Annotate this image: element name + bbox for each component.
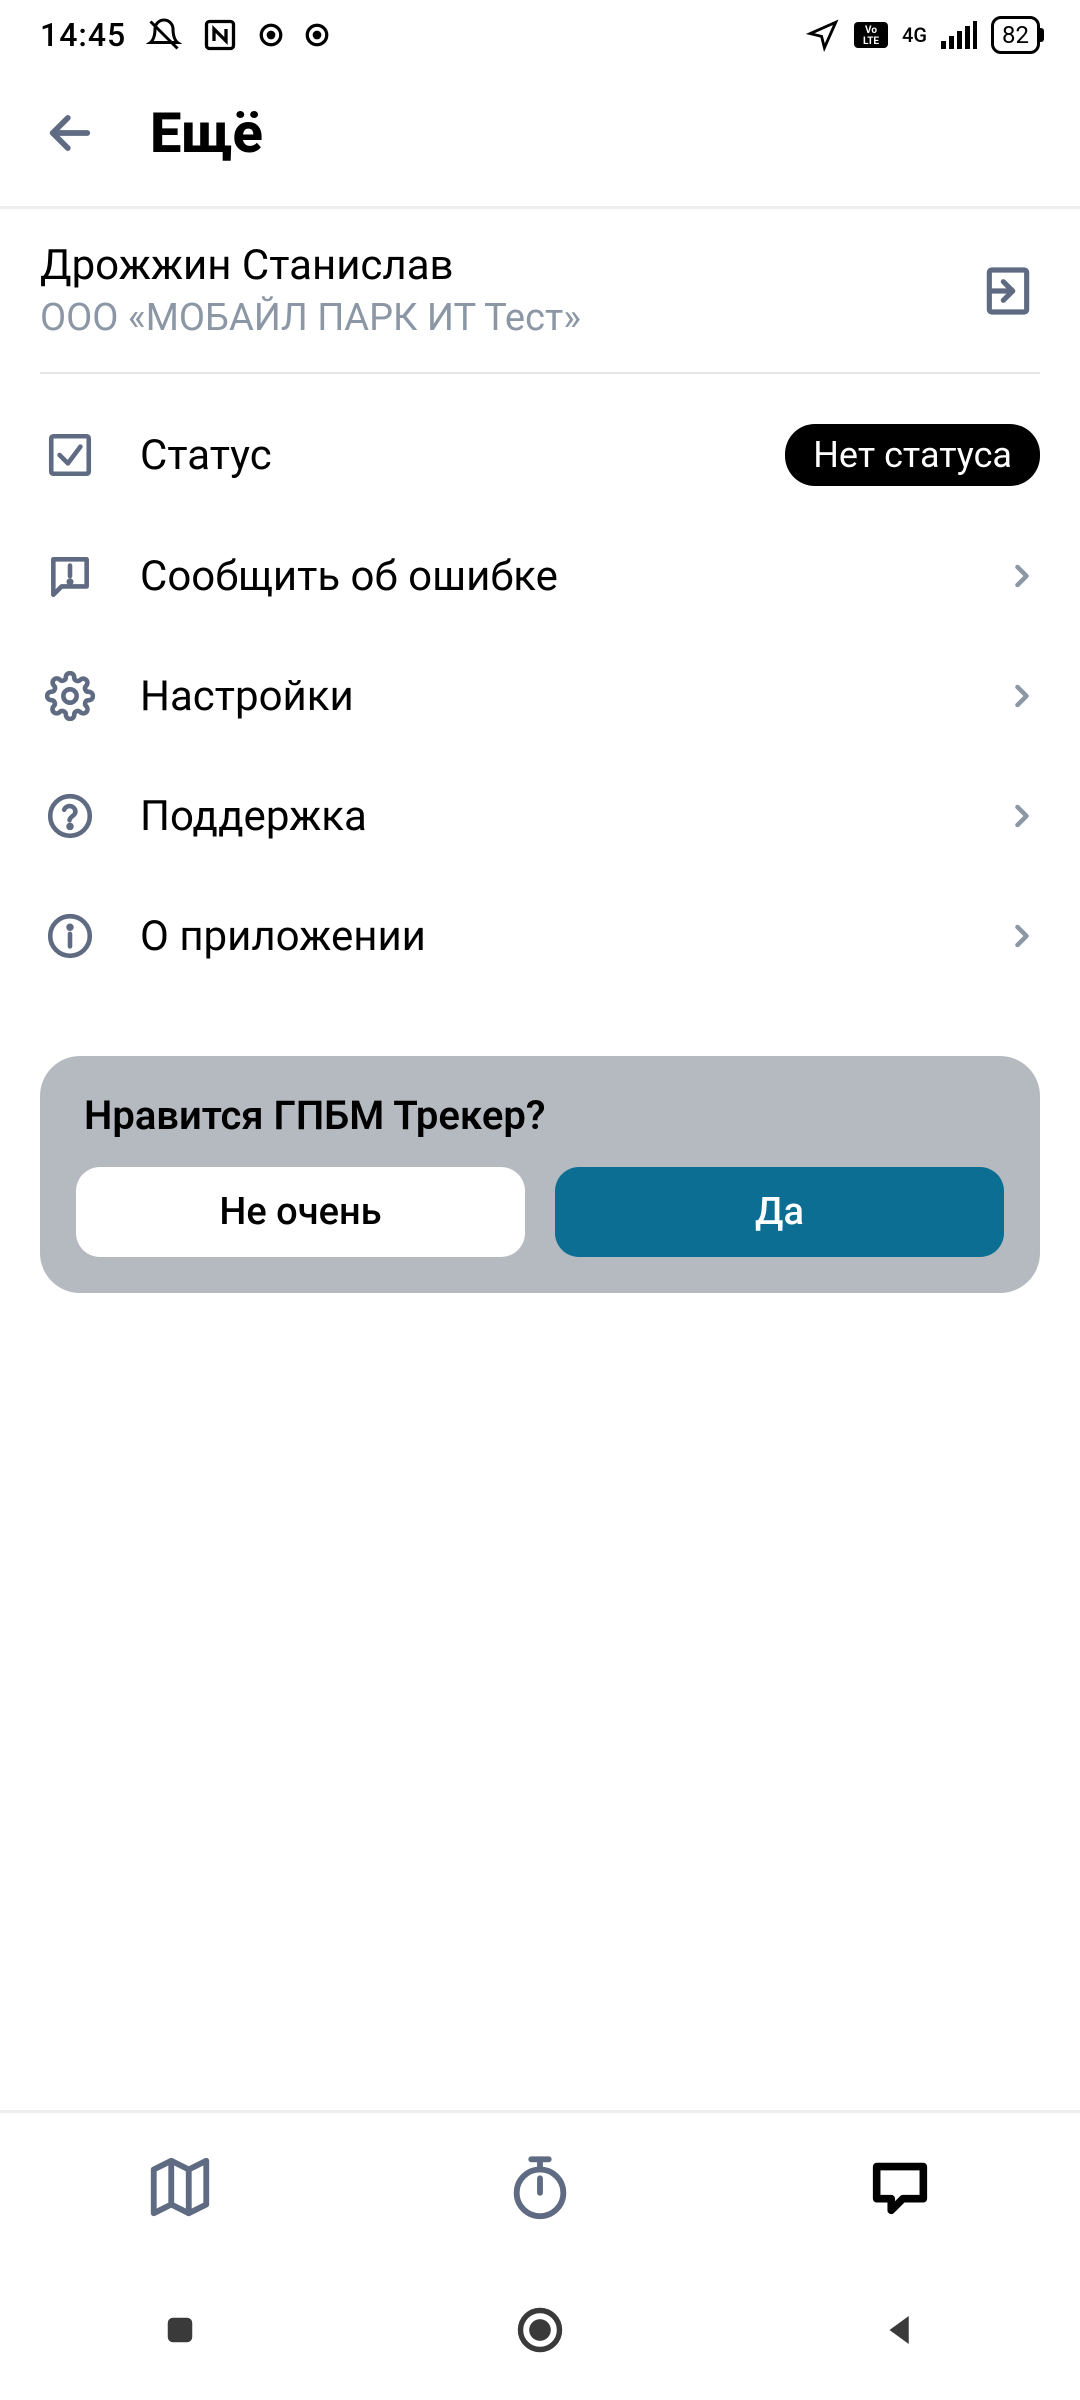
system-nav-bar	[0, 2260, 1080, 2400]
status-pill: Нет статуса	[785, 424, 1040, 486]
dot-ring-icon	[258, 22, 284, 48]
feedback-no-label: Не очень	[219, 1190, 381, 1234]
chat-bubble-icon	[865, 2152, 935, 2222]
menu-item-support[interactable]: Поддержка	[0, 756, 1080, 876]
nfc-icon	[202, 17, 238, 53]
back-button[interactable]	[40, 103, 100, 163]
exit-icon	[980, 263, 1036, 319]
logout-button[interactable]	[976, 259, 1040, 323]
menu-list: Статус Нет статуса Сообщить об ошибке На…	[0, 374, 1080, 1036]
menu-item-report-bug[interactable]: Сообщить об ошибке	[0, 516, 1080, 636]
feedback-card: Нравится ГПБМ Трекер? Не очень Да	[40, 1056, 1040, 1293]
menu-item-settings[interactable]: Настройки	[0, 636, 1080, 756]
feedback-title: Нравится ГПБМ Трекер?	[84, 1092, 1004, 1139]
menu-item-status[interactable]: Статус Нет статуса	[0, 394, 1080, 516]
feedback-yes-button[interactable]: Да	[555, 1167, 1004, 1257]
info-circle-icon	[40, 906, 100, 966]
circle-ring-icon	[514, 2304, 566, 2356]
menu-label: Статус	[140, 431, 745, 480]
system-home-button[interactable]	[500, 2290, 580, 2370]
feedback-no-button[interactable]: Не очень	[76, 1167, 525, 1257]
profile-row[interactable]: Дрожжин Станислав ООО «МОБАЙЛ ПАРК ИТ Те…	[0, 209, 1080, 372]
system-back-button[interactable]	[860, 2290, 940, 2370]
chevron-right-icon	[1004, 678, 1040, 714]
tab-timer[interactable]	[360, 2113, 720, 2260]
chevron-right-icon	[1004, 918, 1040, 954]
menu-label: Настройки	[140, 672, 964, 721]
menu-item-about[interactable]: О приложении	[0, 876, 1080, 996]
battery-level-label: 82	[1002, 21, 1029, 49]
menu-label: Поддержка	[140, 792, 964, 841]
menu-label: О приложении	[140, 912, 964, 961]
profile-name: Дрожжин Станислав	[40, 241, 976, 290]
arrow-left-icon	[44, 107, 96, 159]
profile-org: ООО «МОБАЙЛ ПАРК ИТ Тест»	[40, 296, 976, 340]
gear-icon	[40, 666, 100, 726]
dot-ring-icon	[304, 22, 330, 48]
location-arrow-icon	[806, 18, 840, 52]
chevron-right-icon	[1004, 558, 1040, 594]
map-icon	[145, 2152, 215, 2222]
vibrate-off-icon	[146, 17, 182, 53]
status-time: 14:45	[40, 16, 126, 54]
menu-label: Сообщить об ошибке	[140, 552, 964, 601]
app-header: Ещё	[0, 70, 1080, 209]
stopwatch-icon	[505, 2152, 575, 2222]
system-status-bar: 14:45	[0, 0, 1080, 70]
bottom-tab-bar	[0, 2110, 1080, 2260]
network-type-label: 4G	[902, 25, 927, 45]
volte-icon: Vo LTE	[854, 22, 888, 48]
report-icon	[40, 546, 100, 606]
system-recents-button[interactable]	[140, 2290, 220, 2370]
signal-bars-icon	[941, 21, 977, 49]
battery-indicator: 82	[991, 16, 1040, 54]
triangle-left-icon	[879, 2309, 921, 2351]
page-title: Ещё	[150, 100, 263, 166]
square-icon	[159, 2309, 201, 2351]
svg-text:Vo: Vo	[865, 25, 877, 36]
tab-map[interactable]	[0, 2113, 360, 2260]
chevron-right-icon	[1004, 798, 1040, 834]
feedback-yes-label: Да	[755, 1190, 804, 1234]
help-circle-icon	[40, 786, 100, 846]
svg-text:LTE: LTE	[863, 36, 879, 47]
checkbox-checked-icon	[40, 425, 100, 485]
tab-more[interactable]	[720, 2113, 1080, 2260]
